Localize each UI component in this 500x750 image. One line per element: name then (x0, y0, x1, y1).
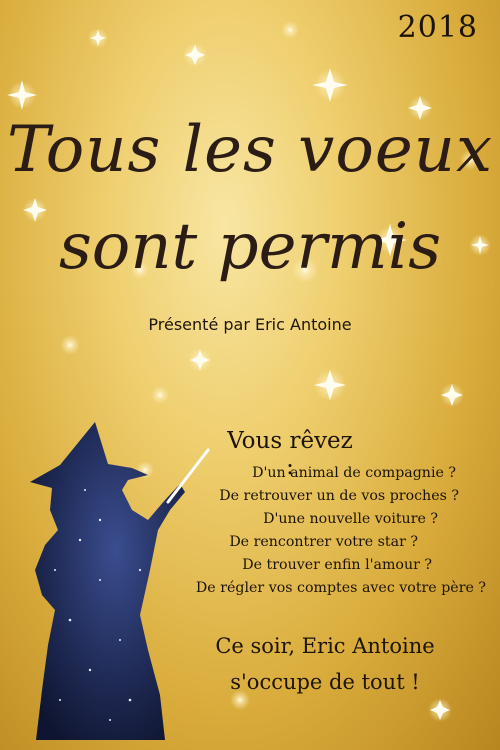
closing-line-1: Ce soir, Eric Antoine (215, 634, 435, 658)
dream-item: D'une nouvelle voiture ? (263, 511, 438, 527)
closing-line-2: s'occupe de tout ! (230, 670, 420, 694)
dream-list: D'un animal de compagnie ? De retrouver … (156, 462, 486, 600)
dream-item: De rencontrer votre star ? (229, 534, 418, 550)
title-line-1: Tous les voeux (6, 113, 494, 187)
dream-item: De trouver enfin l'amour ? (242, 557, 432, 573)
closing-text: Ce soir, Eric Antoine s'occupe de tout ! (170, 628, 480, 700)
dream-item: D'un animal de compagnie ? (252, 465, 456, 481)
dream-item: De régler vos comptes avec votre père ? (195, 580, 486, 596)
dream-item: De retrouver un de vos proches ? (219, 488, 459, 504)
poster: 2018 Tous les voeux sont permis Présenté… (0, 0, 500, 750)
title-line-2: sont permis (58, 210, 442, 284)
presenter-credit: Présenté par Eric Antoine (148, 315, 352, 334)
year-label: 2018 (397, 10, 478, 45)
